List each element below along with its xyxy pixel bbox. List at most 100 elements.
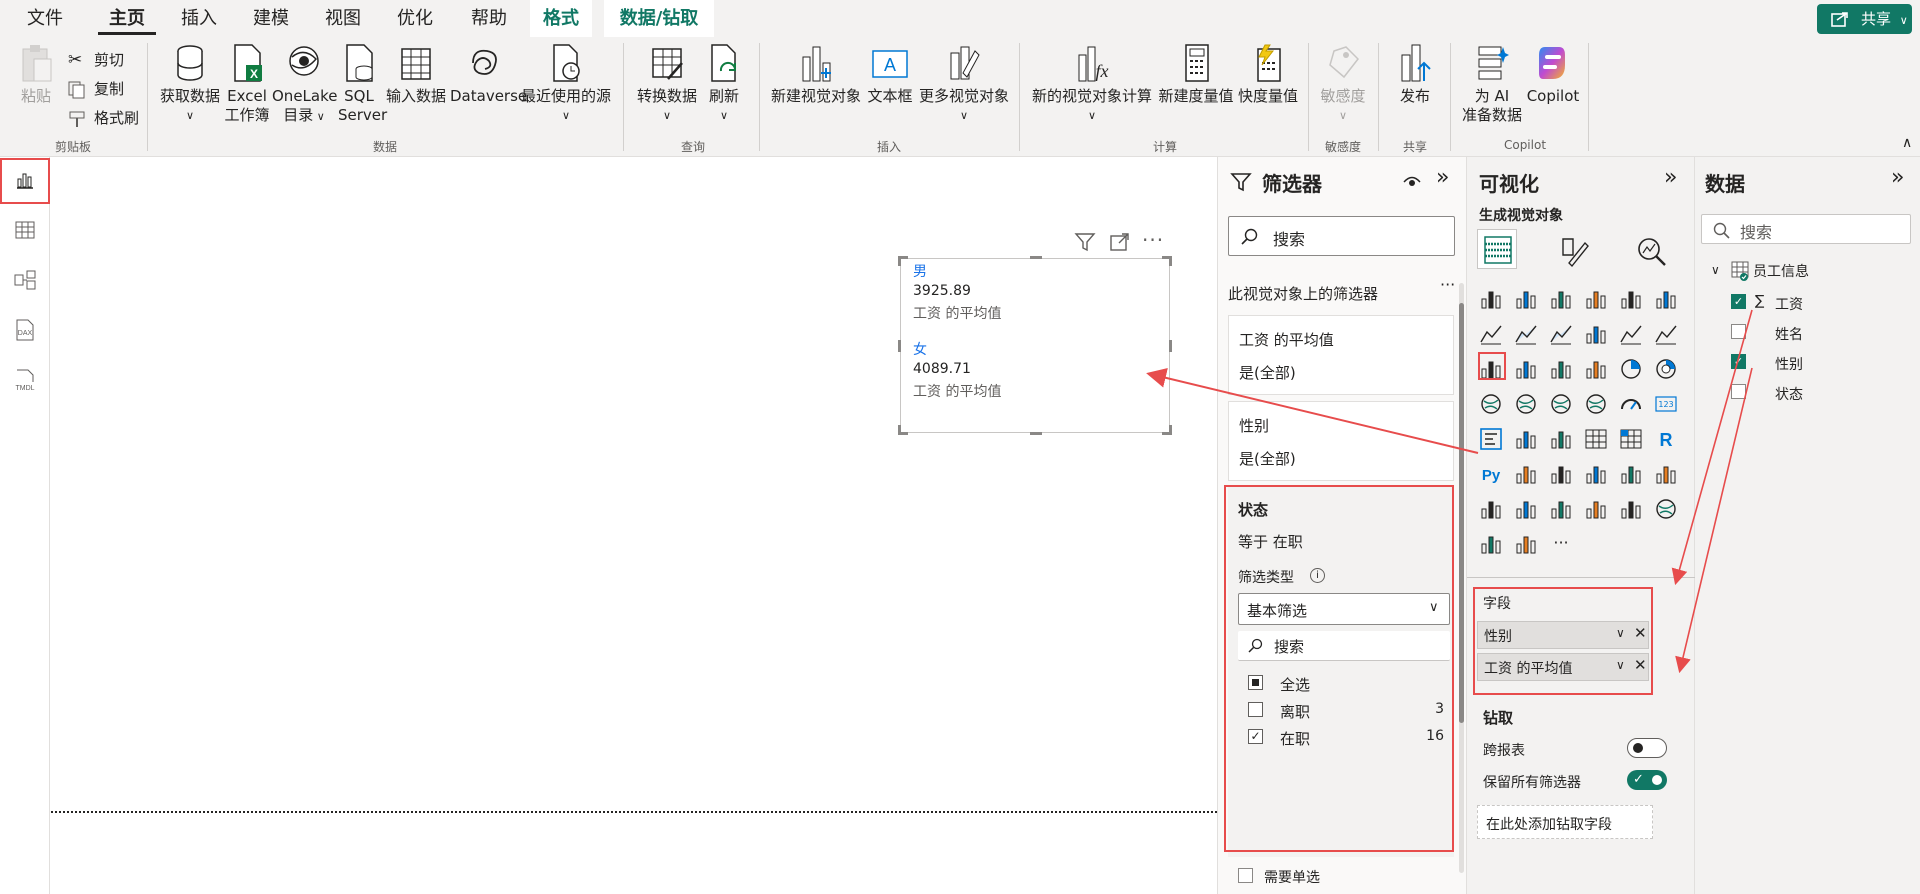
clustered-bar-icon[interactable] [1549, 287, 1577, 315]
quick-measure-button[interactable]: 快度量值 [1236, 43, 1300, 106]
model-view-icon[interactable] [2, 258, 48, 302]
field-row[interactable]: 姓名 [1725, 321, 1905, 345]
copy-button[interactable]: 复制 [64, 75, 124, 103]
100-column-icon[interactable] [1654, 287, 1682, 315]
area-chart-icon[interactable] [1514, 322, 1542, 350]
checkbox[interactable] [1248, 675, 1263, 690]
map-icon[interactable] [1514, 392, 1542, 420]
chevron-down-icon[interactable]: ∨ [1616, 658, 1625, 672]
resize-handle[interactable] [1169, 425, 1172, 435]
keep-filters-toggle[interactable]: ✓ [1627, 770, 1667, 790]
resize-handle[interactable] [898, 340, 901, 352]
qna-icon[interactable] [1584, 497, 1612, 525]
key-influencers-icon[interactable] [1514, 462, 1542, 490]
data-search-input[interactable]: 搜索 [1701, 214, 1911, 244]
onelake-button[interactable]: OneLake 目录 ∨ [272, 43, 337, 126]
analytics-icon[interactable] [1635, 235, 1667, 267]
dax-query-view-icon[interactable]: DAX [2, 308, 48, 352]
text-box-button[interactable]: A 文本框 [866, 43, 914, 106]
checkbox[interactable] [1238, 868, 1253, 883]
collapse-pane-icon[interactable]: » [1436, 165, 1449, 190]
decomposition-tree-icon[interactable] [1549, 462, 1577, 490]
share-button[interactable]: 共享 ∨ [1817, 4, 1912, 34]
format-painter-button[interactable]: 格式刷 [64, 104, 139, 132]
menu-data-drill[interactable]: 数据/钻取 [604, 0, 714, 37]
stacked-column-icon[interactable] [1514, 287, 1542, 315]
ribbon-chart-icon[interactable] [1584, 322, 1612, 350]
filter-icon[interactable] [1074, 232, 1096, 252]
chevron-down-icon[interactable]: ∨ [1711, 263, 1720, 277]
more-visuals-button[interactable]: 更多视觉对象 ∨ [916, 43, 1012, 125]
multi-row-card[interactable]: 男 3925.89 工资 的平均值 女 4089.71 工资 的平均值 [898, 256, 1172, 435]
azure-map-icon[interactable] [1584, 392, 1612, 420]
close-icon[interactable]: ✕ [1634, 656, 1647, 674]
resize-handle[interactable] [1030, 256, 1042, 259]
resize-handle[interactable] [898, 256, 901, 266]
filter-card[interactable]: 工资 的平均值 是(全部) [1228, 315, 1454, 395]
collapse-ribbon-icon[interactable]: ∧ [1902, 135, 1912, 151]
power-automate-flow-icon[interactable] [1619, 497, 1647, 525]
line-clustered-icon[interactable] [1654, 322, 1682, 350]
resize-handle[interactable] [898, 425, 901, 435]
power-automate-icon[interactable] [1549, 497, 1577, 525]
field-row[interactable]: ✓ ∑ 工资 [1725, 291, 1905, 315]
more-visuals-chevron-icon[interactable] [1514, 532, 1542, 560]
eye-icon[interactable] [1402, 173, 1422, 189]
filter-type-dropdown[interactable]: 基本筛选 ∨ [1238, 593, 1450, 625]
get-data-button[interactable]: 获取数据 ∨ [160, 43, 220, 125]
new-visual-button[interactable]: 新建视觉对象 [768, 43, 864, 106]
format-visual-icon[interactable] [1557, 235, 1589, 268]
checkbox-checked[interactable]: ✓ [1731, 294, 1746, 309]
line-chart-icon[interactable] [1479, 322, 1507, 350]
filter-option[interactable]: 离职 3 [1238, 698, 1450, 722]
qa-icon[interactable] [1584, 462, 1612, 490]
filter-card[interactable]: 性别 是(全部) [1228, 401, 1454, 481]
status-filter-card[interactable]: 状态 等于 在职 筛选类型 i 基本筛选 ∨ 搜索 全选 离职 3 ✓ 在职 1… [1224, 485, 1454, 892]
transform-data-button[interactable]: 转换数据 ∨ [634, 43, 700, 125]
menu-insert[interactable]: 插入 [170, 0, 228, 37]
report-view-icon[interactable] [0, 158, 50, 204]
menu-modeling[interactable]: 建模 [242, 0, 300, 37]
table-view-icon[interactable] [2, 208, 48, 252]
field-pill[interactable]: 工资 的平均值 ∨ ✕ [1477, 653, 1649, 681]
filter-option-select-all[interactable]: 全选 [1238, 671, 1450, 695]
filled-map-icon[interactable] [1549, 392, 1577, 420]
info-icon[interactable]: i [1310, 568, 1325, 583]
donut-icon[interactable] [1654, 357, 1682, 385]
field-pill[interactable]: 性别 ∨ ✕ [1477, 621, 1649, 649]
waterfall-icon[interactable] [1514, 357, 1542, 385]
python-visual-icon[interactable]: Py [1479, 462, 1507, 490]
menu-optimize[interactable]: 优化 [386, 0, 444, 37]
multi-row-card-icon[interactable] [1479, 427, 1507, 455]
build-visual-tab[interactable] [1477, 229, 1517, 269]
field-row[interactable]: 状态 [1725, 381, 1905, 405]
prep-data-ai-button[interactable]: 为 AI 准备数据 [1458, 43, 1526, 125]
focus-mode-icon[interactable] [1109, 232, 1131, 252]
pie-icon[interactable] [1619, 357, 1647, 385]
checkbox-checked[interactable]: ✓ [1248, 729, 1263, 744]
checkbox[interactable] [1731, 324, 1746, 339]
collapse-pane-icon[interactable]: » [1891, 165, 1904, 190]
checkbox[interactable] [1731, 384, 1746, 399]
more-options-icon[interactable]: ··· [1440, 275, 1455, 294]
dataverse-button[interactable]: Dataverse [450, 43, 527, 106]
stacked-bar-icon[interactable] [1479, 287, 1507, 315]
recent-sources-button[interactable]: 最近使用的源 ∨ [520, 43, 612, 125]
line-column-icon[interactable] [1619, 322, 1647, 350]
enter-data-button[interactable]: 输入数据 [384, 43, 448, 106]
stacked-area-icon[interactable] [1549, 322, 1577, 350]
excel-button[interactable]: X Excel 工作簿 [222, 43, 272, 125]
publish-button[interactable]: 发布 [1388, 43, 1442, 106]
copilot-button[interactable]: Copilot [1526, 43, 1580, 106]
scrollbar-thumb[interactable] [1459, 303, 1464, 723]
new-visual-calc-button[interactable]: fx 新的视觉对象计算 ∨ [1030, 43, 1154, 125]
more-options-icon[interactable]: ··· [1549, 532, 1577, 560]
resize-handle[interactable] [1030, 432, 1042, 435]
drill-through-well[interactable]: 在此处添加钻取字段 [1477, 805, 1653, 839]
field-row[interactable]: ✓ 性别 [1725, 351, 1905, 375]
sensitivity-button[interactable]: 敏感度 ∨ [1316, 43, 1370, 125]
card-icon[interactable]: 123 [1654, 392, 1682, 420]
more-options-icon[interactable]: ··· [1142, 228, 1164, 252]
resize-handle[interactable] [1169, 340, 1172, 352]
menu-help[interactable]: 帮助 [458, 0, 520, 37]
